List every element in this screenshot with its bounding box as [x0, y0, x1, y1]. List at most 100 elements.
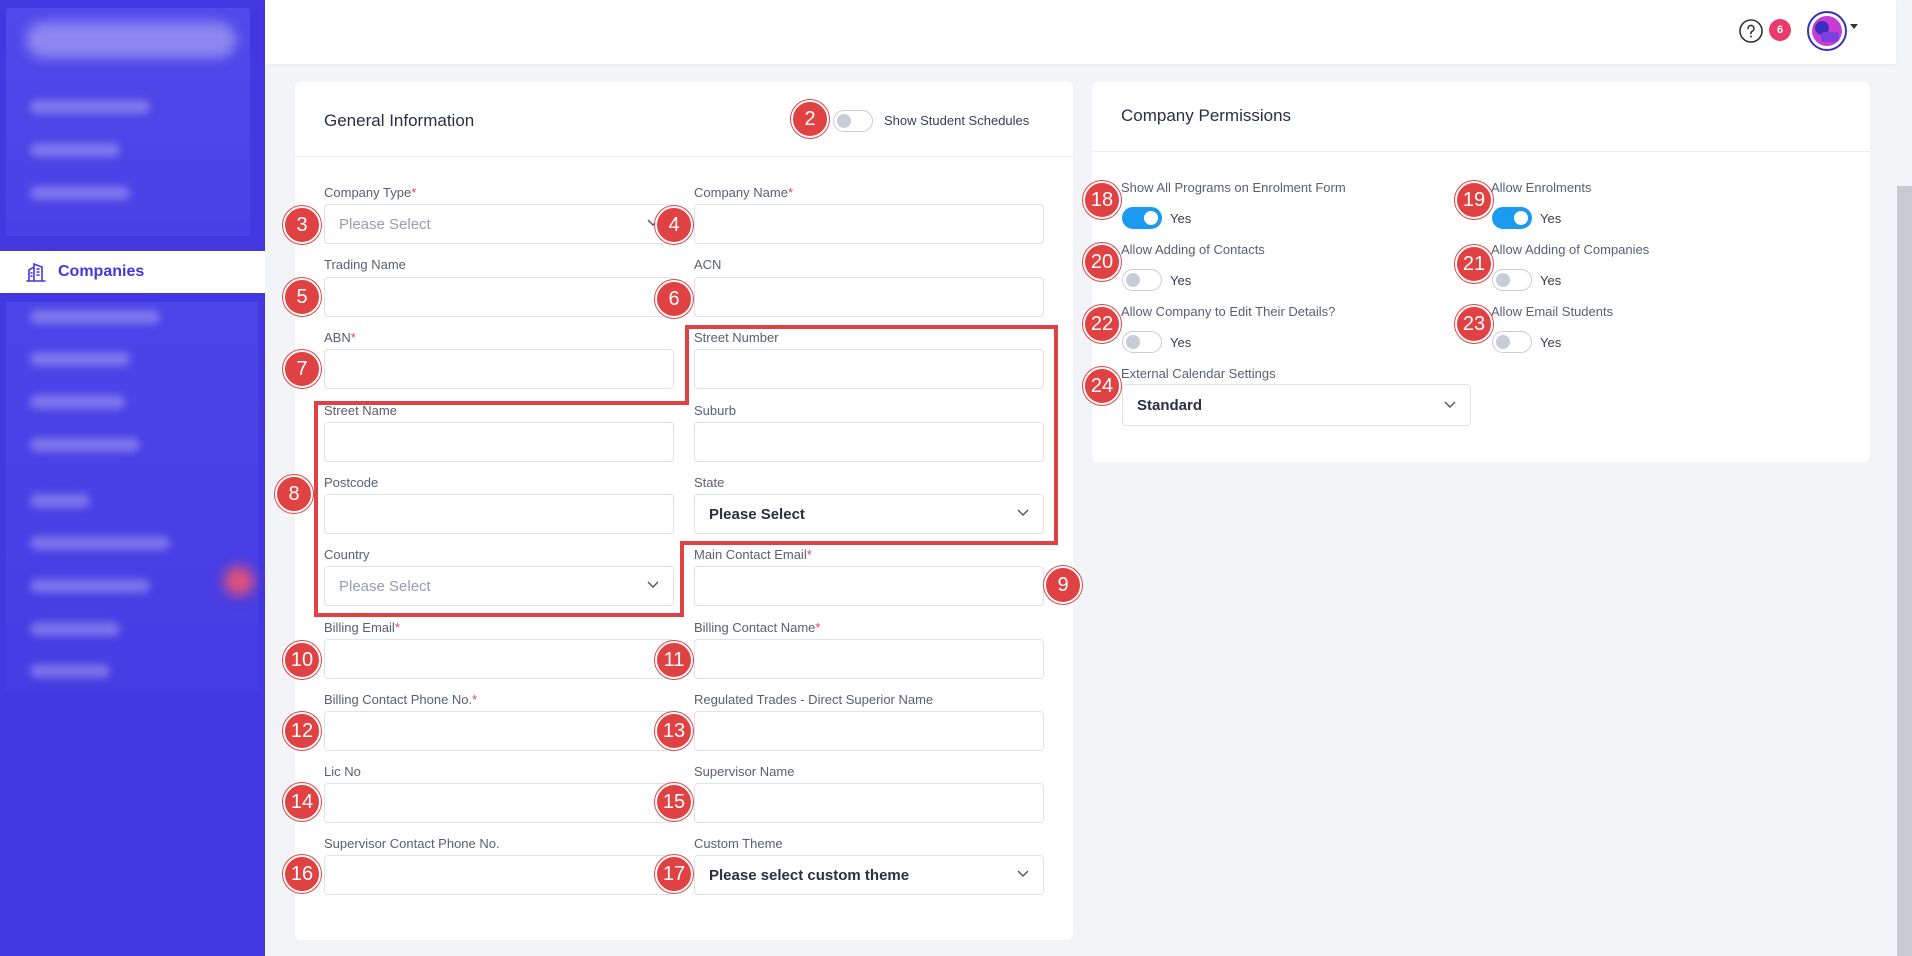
- lic-no-input[interactable]: [324, 783, 674, 823]
- billing-contact-phone-label: Billing Contact Phone No.*: [324, 692, 478, 707]
- supervisor-name-label: Supervisor Name: [694, 764, 795, 779]
- allow-edit-toggle[interactable]: [1122, 331, 1162, 353]
- sidebar-item-blurred[interactable]: [30, 186, 130, 200]
- step-marker: 6: [655, 280, 693, 318]
- step-marker: 11: [655, 641, 693, 679]
- step-marker: 17: [655, 855, 693, 893]
- toggle-label: Show Student Schedules: [884, 113, 1030, 128]
- sidebar-item-blurred[interactable]: [30, 352, 130, 366]
- sidebar-section-blurred: [30, 494, 90, 508]
- step-marker: 3: [283, 206, 321, 244]
- card-title: Company Permissions: [1121, 106, 1292, 125]
- step-marker: 20: [1083, 243, 1121, 281]
- step-marker: 14: [283, 783, 321, 821]
- toggle-value: Yes: [1170, 335, 1192, 350]
- company-type-select[interactable]: Please Select: [324, 204, 674, 244]
- allow-contacts-toggle[interactable]: [1122, 269, 1162, 291]
- sidebar-item-blurred[interactable]: [30, 664, 110, 678]
- allow-companies-toggle[interactable]: [1492, 269, 1532, 291]
- regulated-trades-input[interactable]: [694, 711, 1044, 751]
- selected-value: Standard: [1137, 396, 1203, 414]
- regulated-trades-label: Regulated Trades - Direct Superior Name: [694, 692, 934, 707]
- sidebar-item-blurred[interactable]: [30, 395, 125, 409]
- custom-theme-select[interactable]: Please select custom theme: [694, 855, 1044, 895]
- sidebar-badge-blurred: [224, 566, 254, 596]
- show-all-programs-toggle[interactable]: [1122, 207, 1162, 229]
- allow-enrolments-label: Allow Enrolments: [1491, 180, 1592, 195]
- sidebar-item-blurred[interactable]: [30, 143, 120, 157]
- divider: [1092, 151, 1870, 152]
- address-highlight-box: [314, 325, 1058, 617]
- supervisor-name-input[interactable]: [694, 783, 1044, 823]
- selected-value: Please select custom theme: [709, 866, 910, 884]
- billing-contact-name-input[interactable]: [694, 639, 1044, 679]
- show-all-programs-label: Show All Programs on Enrolment Form: [1121, 180, 1346, 195]
- sidebar-item-blurred[interactable]: [30, 622, 120, 636]
- sidebar-blurred-menu: [6, 302, 258, 690]
- toggle-value: Yes: [1540, 335, 1562, 350]
- step-marker: 9: [1044, 566, 1082, 604]
- chevron-down-icon[interactable]: [1850, 24, 1858, 29]
- allow-edit-label: Allow Company to Edit Their Details?: [1121, 304, 1336, 319]
- step-marker: 18: [1083, 181, 1121, 219]
- billing-email-input[interactable]: [324, 639, 674, 679]
- help-icon[interactable]: [1738, 18, 1764, 44]
- sidebar-item-blurred[interactable]: [30, 438, 140, 452]
- step-marker: 21: [1455, 245, 1493, 283]
- step-marker: 24: [1083, 367, 1121, 405]
- building-icon: [26, 262, 46, 282]
- sidebar-item-companies[interactable]: Companies: [0, 251, 265, 293]
- toggle-value: Yes: [1540, 273, 1562, 288]
- calendar-settings-select[interactable]: Standard: [1122, 384, 1471, 426]
- sidebar-item-blurred[interactable]: [30, 100, 150, 114]
- acn-input[interactable]: [694, 277, 1044, 317]
- sidebar-item-blurred[interactable]: [30, 536, 170, 550]
- allow-companies-label: Allow Adding of Companies: [1491, 242, 1650, 257]
- toggle-value: Yes: [1540, 211, 1562, 226]
- sidebar-blurred-top: [6, 8, 250, 236]
- chevron-down-icon: [1444, 401, 1456, 408]
- billing-email-label: Billing Email*: [324, 620, 400, 635]
- toggle-value: Yes: [1170, 273, 1192, 288]
- avatar[interactable]: [1806, 10, 1848, 52]
- trading-name-input[interactable]: [324, 277, 674, 317]
- allow-email-toggle[interactable]: [1492, 331, 1532, 353]
- billing-contact-phone-input[interactable]: [324, 711, 674, 751]
- allow-enrolments-toggle[interactable]: [1492, 207, 1532, 229]
- lic-no-label: Lic No: [324, 764, 361, 779]
- step-marker: 2: [791, 100, 829, 138]
- allow-contacts-label: Allow Adding of Contacts: [1121, 242, 1265, 257]
- show-student-schedules-toggle[interactable]: [833, 110, 873, 132]
- logo: [26, 22, 236, 58]
- step-marker: 16: [283, 855, 321, 893]
- supervisor-phone-input[interactable]: [324, 855, 674, 895]
- sidebar-item-blurred[interactable]: [30, 579, 150, 593]
- step-marker: 22: [1083, 305, 1121, 343]
- card-title: General Information: [324, 111, 475, 130]
- step-marker: 5: [283, 278, 321, 316]
- scrollbar[interactable]: [1897, 186, 1912, 956]
- step-marker: 13: [655, 712, 693, 750]
- custom-theme-label: Custom Theme: [694, 836, 783, 851]
- step-marker: 4: [655, 206, 693, 244]
- company-type-label: Company Type*: [324, 185, 417, 200]
- supervisor-phone-label: Supervisor Contact Phone No.: [324, 836, 500, 851]
- step-marker: 12: [283, 712, 321, 750]
- sidebar: Companies: [0, 0, 265, 956]
- placeholder-text: Please Select: [339, 215, 431, 233]
- sidebar-item-blurred[interactable]: [30, 310, 160, 324]
- notification-badge[interactable]: 6: [1769, 19, 1791, 41]
- sidebar-item-label: Companies: [58, 263, 145, 280]
- company-name-input[interactable]: [694, 204, 1044, 244]
- allow-email-label: Allow Email Students: [1491, 304, 1614, 319]
- chevron-down-icon: [1017, 870, 1029, 877]
- step-marker: 19: [1455, 181, 1493, 219]
- step-marker: 23: [1455, 305, 1493, 343]
- trading-name-label: Trading Name: [324, 257, 406, 272]
- step-marker: 15: [655, 783, 693, 821]
- acn-label: ACN: [694, 257, 722, 272]
- step-marker: 10: [283, 641, 321, 679]
- step-marker: 8: [275, 475, 313, 513]
- toggle-value: Yes: [1170, 211, 1192, 226]
- calendar-settings-label: External Calendar Settings: [1121, 366, 1276, 381]
